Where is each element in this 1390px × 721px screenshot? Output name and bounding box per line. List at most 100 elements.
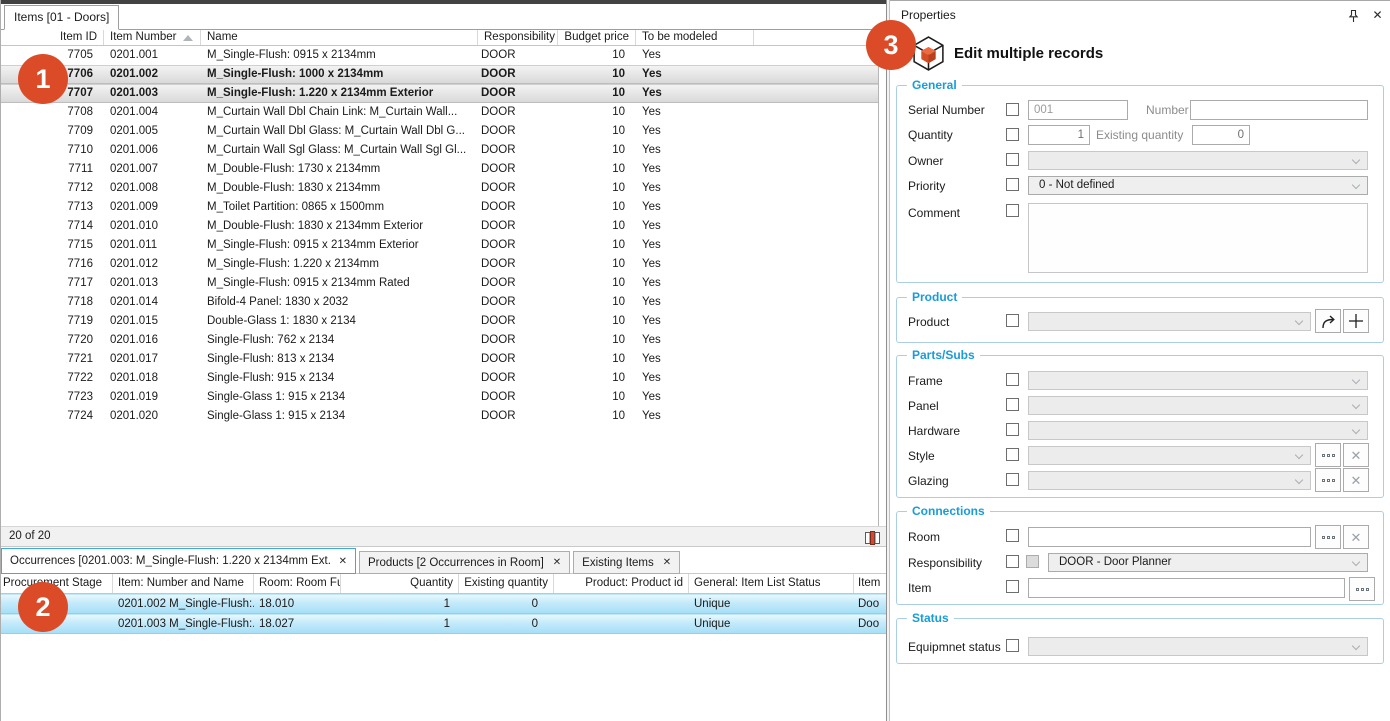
cell-item-id: 7714	[1, 217, 104, 236]
quantity-field[interactable]: 1	[1028, 125, 1090, 145]
glazing-clear-button[interactable]: ✕	[1343, 468, 1369, 492]
table-row[interactable]: 7713 0201.009 M_Toilet Partition: 0865 x…	[1, 198, 878, 217]
cell-name: M_Curtain Wall Dbl Glass: M_Curtain Wall…	[201, 122, 478, 141]
table-row[interactable]: 7724 0201.020 Single-Glass 1: 915 x 2134…	[1, 407, 878, 426]
table-row[interactable]: 7721 0201.017 Single-Flush: 813 x 2134 D…	[1, 350, 878, 369]
panel-checkbox[interactable]	[1006, 398, 1019, 411]
column-header-product-id[interactable]: Product: Product id	[554, 574, 689, 593]
table-row[interactable]: 0201.003 M_Single-Flush:... 18.027 1 0 U…	[1, 614, 887, 634]
room-checkbox[interactable]	[1006, 529, 1019, 542]
item-browse-button[interactable]	[1349, 577, 1375, 601]
pin-button[interactable]	[1345, 7, 1362, 24]
cell-item-id: 7711	[1, 160, 104, 179]
table-row[interactable]: 7715 0201.011 M_Single-Flush: 0915 x 213…	[1, 236, 878, 255]
panel-dropdown[interactable]	[1028, 396, 1368, 415]
number-field[interactable]	[1190, 100, 1368, 120]
table-row[interactable]: 7719 0201.015 Double-Glass 1: 1830 x 213…	[1, 312, 878, 331]
table-row[interactable]: 7722 0201.018 Single-Flush: 915 x 2134 D…	[1, 369, 878, 388]
sort-ascending-icon	[183, 35, 193, 41]
product-dropdown[interactable]	[1028, 312, 1311, 331]
cell-budget-price: 10	[558, 103, 636, 122]
owner-dropdown[interactable]	[1028, 151, 1368, 170]
table-row[interactable]: 7716 0201.012 M_Single-Flush: 1.220 x 21…	[1, 255, 878, 274]
style-checkbox[interactable]	[1006, 448, 1019, 461]
product-add-button[interactable]	[1343, 309, 1369, 333]
product-go-button[interactable]	[1315, 309, 1341, 333]
style-dropdown[interactable]	[1028, 446, 1311, 465]
column-header-name[interactable]: Name	[201, 30, 478, 45]
cell-budget-price: 10	[558, 331, 636, 350]
cell-budget-price: 10	[558, 255, 636, 274]
priority-checkbox[interactable]	[1006, 178, 1019, 191]
table-row[interactable]: 7717 0201.013 M_Single-Flush: 0915 x 213…	[1, 274, 878, 293]
column-header-budget-price[interactable]: Budget price	[558, 30, 636, 45]
table-row[interactable]: 7707 0201.003 M_Single-Flush: 1.220 x 21…	[1, 84, 878, 103]
style-clear-button[interactable]: ✕	[1343, 443, 1369, 467]
cell-item-number: 0201.011	[104, 236, 201, 255]
cell-item-id: 7719	[1, 312, 104, 331]
comment-checkbox[interactable]	[1006, 204, 1019, 217]
column-header-existing-quantity[interactable]: Existing quantity	[459, 574, 554, 593]
column-header-item[interactable]: Item	[854, 574, 887, 593]
cell-name: M_Curtain Wall Sgl Glass: M_Curtain Wall…	[201, 141, 478, 160]
glazing-dropdown[interactable]	[1028, 471, 1311, 490]
table-row[interactable]: 7720 0201.016 Single-Flush: 762 x 2134 D…	[1, 331, 878, 350]
room-field[interactable]	[1028, 527, 1311, 547]
frame-dropdown[interactable]	[1028, 371, 1368, 390]
frame-checkbox[interactable]	[1006, 373, 1019, 386]
table-row[interactable]: 0201.002 M_Single-Flush:... 18.010 1 0 U…	[1, 594, 887, 614]
column-header-item-list-status[interactable]: General: Item List Status	[689, 574, 854, 593]
tab-existing-items[interactable]: Existing Items ✕	[573, 551, 680, 574]
serial-number-field[interactable]: 001	[1028, 100, 1128, 120]
tab-products[interactable]: Products [2 Occurrences in Room] ✕	[359, 551, 570, 574]
item-checkbox[interactable]	[1006, 580, 1019, 593]
chevron-down-icon	[1295, 317, 1303, 325]
table-row[interactable]: 7723 0201.019 Single-Glass 1: 915 x 2134…	[1, 388, 878, 407]
column-header-quantity[interactable]: Quantity	[341, 574, 459, 593]
style-browse-button[interactable]	[1315, 443, 1341, 467]
responsibility-dropdown[interactable]: DOOR - Door Planner	[1048, 553, 1368, 572]
responsibility-checkbox[interactable]	[1006, 555, 1019, 568]
column-header-item-number-name[interactable]: Item: Number and Name	[113, 574, 254, 593]
tab-items-doors[interactable]: Items [01 - Doors]	[4, 5, 119, 30]
cell-budget-price: 10	[558, 350, 636, 369]
column-header-room[interactable]: Room: Room Fu...	[254, 574, 341, 593]
priority-dropdown[interactable]: 0 - Not defined	[1028, 176, 1368, 195]
table-row[interactable]: 7709 0201.005 M_Curtain Wall Dbl Glass: …	[1, 122, 878, 141]
glazing-checkbox[interactable]	[1006, 473, 1019, 486]
quantity-checkbox[interactable]	[1006, 128, 1019, 141]
close-icon[interactable]: ✕	[339, 556, 347, 567]
product-checkbox[interactable]	[1006, 314, 1019, 327]
glazing-browse-button[interactable]	[1315, 468, 1341, 492]
tab-occurrences[interactable]: Occurrences [0201.003: M_Single-Flush: 1…	[1, 548, 356, 574]
item-field[interactable]	[1028, 578, 1345, 598]
room-browse-button[interactable]	[1315, 525, 1341, 549]
table-row[interactable]: 7705 0201.001 M_Single-Flush: 0915 x 213…	[1, 46, 878, 65]
table-row[interactable]: 7710 0201.006 M_Curtain Wall Sgl Glass: …	[1, 141, 878, 160]
column-header-to-be-modeled[interactable]: To be modeled	[636, 30, 754, 45]
close-icon[interactable]: ✕	[663, 557, 671, 568]
table-row[interactable]: 7711 0201.007 M_Double-Flush: 1730 x 213…	[1, 160, 878, 179]
close-icon[interactable]: ✕	[553, 557, 561, 568]
hardware-checkbox[interactable]	[1006, 423, 1019, 436]
equipment-status-dropdown[interactable]	[1028, 637, 1368, 656]
close-button[interactable]: ✕	[1369, 6, 1386, 23]
table-row[interactable]: 7708 0201.004 M_Curtain Wall Dbl Chain L…	[1, 103, 878, 122]
existing-quantity-field[interactable]: 0	[1192, 125, 1250, 145]
serial-number-checkbox[interactable]	[1006, 103, 1019, 116]
equipment-status-checkbox[interactable]	[1006, 639, 1019, 652]
table-row[interactable]: 7706 0201.002 M_Single-Flush: 1000 x 213…	[1, 65, 878, 84]
column-header-item-id[interactable]: Item ID	[1, 30, 104, 45]
column-header-item-number[interactable]: Item Number	[104, 30, 201, 45]
table-row[interactable]: 7714 0201.010 M_Double-Flush: 1830 x 213…	[1, 217, 878, 236]
cell-to-be-modeled: Yes	[636, 141, 754, 160]
table-row[interactable]: 7712 0201.008 M_Double-Flush: 1830 x 213…	[1, 179, 878, 198]
column-header-responsibility[interactable]: Responsibility	[478, 30, 558, 45]
owner-checkbox[interactable]	[1006, 153, 1019, 166]
properties-panel: Properties ✕ Edit m	[890, 0, 1390, 721]
comment-field[interactable]	[1028, 203, 1368, 273]
hardware-dropdown[interactable]	[1028, 421, 1368, 440]
table-row[interactable]: 7718 0201.014 Bifold-4 Panel: 1830 x 203…	[1, 293, 878, 312]
cell-item-number: 0201.018	[104, 369, 201, 388]
room-clear-button[interactable]: ✕	[1343, 525, 1369, 549]
